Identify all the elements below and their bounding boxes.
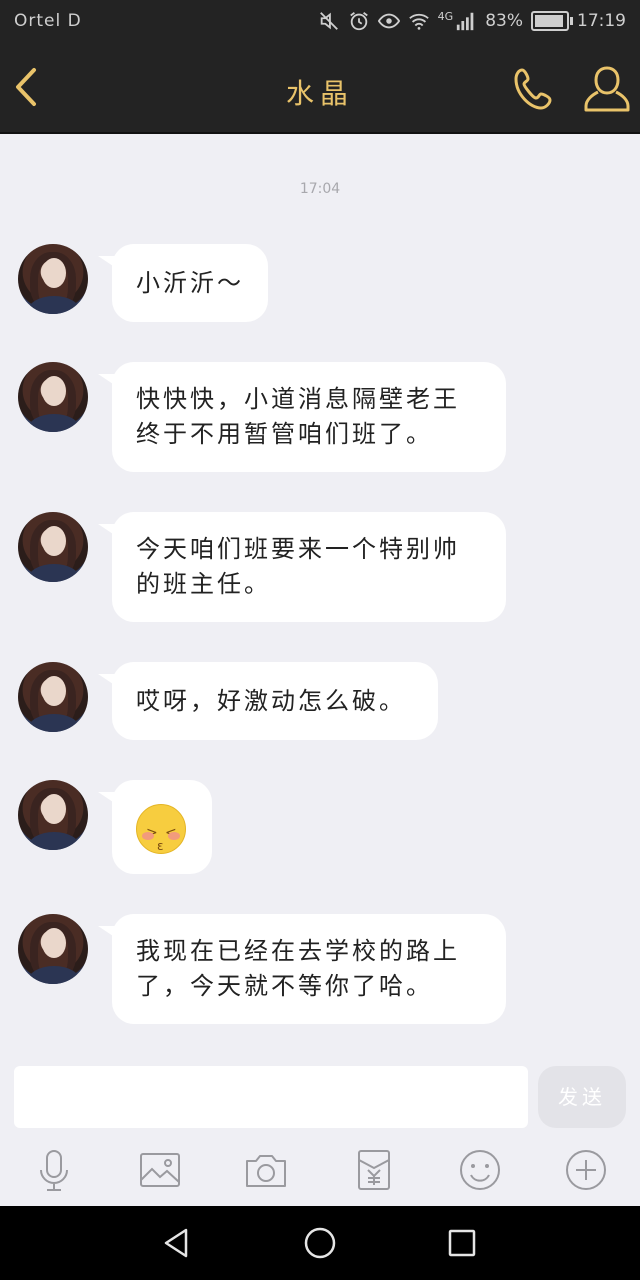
triangle-back-icon	[164, 1228, 188, 1258]
avatar[interactable]	[18, 662, 88, 732]
network-type-label: 4G	[437, 9, 454, 23]
battery-icon	[531, 11, 573, 31]
camera-icon	[246, 1155, 286, 1187]
wifi-icon	[408, 10, 430, 32]
message-text: 小沂沂～	[136, 269, 244, 297]
mute-icon	[318, 10, 340, 32]
image-button[interactable]	[138, 1148, 182, 1192]
emoji-button[interactable]	[458, 1148, 502, 1192]
smiley-icon	[460, 1150, 500, 1190]
call-button[interactable]	[510, 64, 560, 114]
carrier-label: Ortel D	[14, 11, 82, 31]
square-recents-icon	[448, 1229, 476, 1257]
message-bubble[interactable]: 我现在已经在去学校的路上了，今天就不等你了哈。	[98, 914, 506, 1024]
message-bubble[interactable]: 快快快，小道消息隔壁老王终于不用暂管咱们班了。	[98, 362, 506, 472]
message-bubble[interactable]: > < ε	[98, 780, 212, 874]
battery-percent: 83%	[485, 11, 523, 31]
message-bubble[interactable]: 小沂沂～	[98, 244, 268, 322]
eye-icon	[377, 10, 400, 32]
avatar[interactable]	[18, 914, 88, 984]
image-icon	[140, 1153, 180, 1187]
phone-icon	[514, 68, 552, 110]
status-bar: Ortel D 4G 83% 17:19	[0, 0, 640, 44]
signal-icon	[455, 10, 477, 32]
status-icons: 4G 83% 17:19	[318, 10, 626, 32]
voice-button[interactable]	[32, 1148, 76, 1192]
laughing-face-icon: > < ε	[136, 804, 186, 854]
circle-home-icon	[304, 1227, 336, 1259]
message-input[interactable]	[14, 1066, 528, 1128]
message-text: 快快快，小道消息隔壁老王终于不用暂管咱们班了。	[136, 385, 460, 448]
system-home-button[interactable]	[303, 1226, 337, 1260]
system-recents-button[interactable]	[445, 1226, 479, 1260]
chat-header: 水晶	[0, 44, 640, 134]
avatar[interactable]	[18, 512, 88, 582]
person-icon	[584, 66, 630, 112]
more-button[interactable]	[564, 1148, 608, 1192]
plus-circle-icon	[566, 1150, 606, 1190]
message-text: 我现在已经在去学校的路上了，今天就不等你了哈。	[136, 937, 460, 1000]
message-bubble[interactable]: 哎呀，好激动怎么破。	[98, 662, 438, 740]
send-button[interactable]: 发送	[538, 1066, 626, 1128]
message-text: 哎呀，好激动怎么破。	[136, 687, 406, 715]
system-back-button[interactable]	[160, 1226, 194, 1260]
avatar[interactable]	[18, 362, 88, 432]
red-packet-icon	[358, 1150, 390, 1190]
clock: 17:19	[577, 11, 626, 31]
chat-timestamp: 17:04	[299, 181, 341, 197]
red-packet-button[interactable]	[352, 1148, 396, 1192]
system-navigation-bar	[0, 1206, 640, 1280]
microphone-icon	[40, 1150, 68, 1191]
alarm-icon	[348, 10, 370, 32]
avatar[interactable]	[18, 780, 88, 850]
camera-button[interactable]	[244, 1148, 288, 1192]
avatar[interactable]	[18, 244, 88, 314]
contact-profile-button[interactable]	[580, 62, 634, 116]
message-bubble[interactable]: 今天咱们班要来一个特别帅的班主任。	[98, 512, 506, 622]
message-text: 今天咱们班要来一个特别帅的班主任。	[136, 535, 460, 598]
input-area: 发送	[0, 1054, 640, 1206]
